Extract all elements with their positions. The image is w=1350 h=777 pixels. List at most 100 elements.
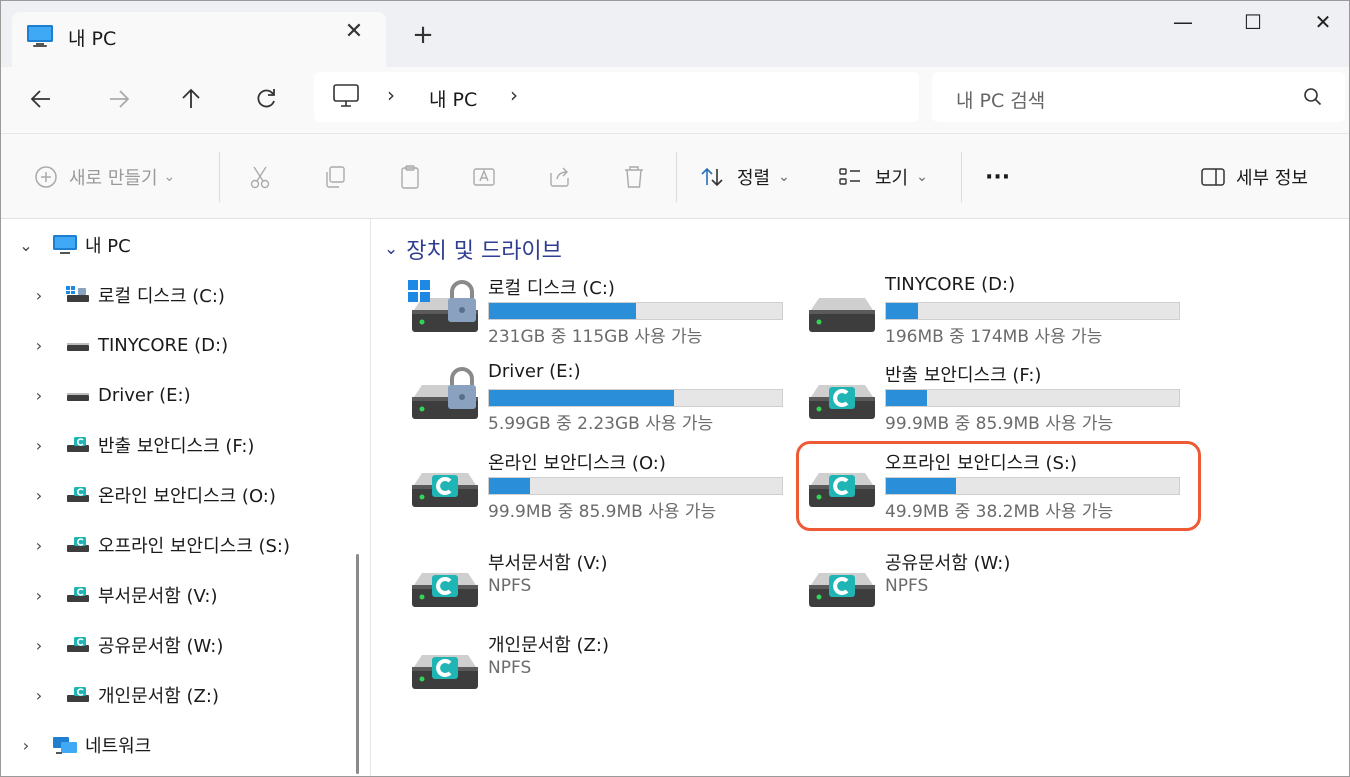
drive-tile[interactable]: TINYCORE (D:) 196MB 중 174MB 사용 가능: [805, 274, 1185, 354]
drive-tile[interactable]: 반출 보안디스크 (F:) 99.9MB 중 85.9MB 사용 가능: [805, 361, 1185, 441]
sidebar-item-label: 공유문서함 (W:): [98, 636, 224, 657]
navigation-pane: ⌄ 내 PC › 로컬 디스크 (C:) › TINYCORE (D:) › Driver (…: [1, 219, 371, 776]
drive-tile[interactable]: 로컬 디스크 (C:) 231GB 중 115GB 사용 가능: [408, 274, 788, 354]
breadcrumb-chevron-icon[interactable]: ›: [387, 83, 395, 107]
content-pane: ⌄ 장치 및 드라이브 로컬 디스크 (C:) 231GB 중 115GB 사용 …: [372, 219, 1349, 776]
drive-tile[interactable]: Driver (E:) 5.99GB 중 2.23GB 사용 가능: [408, 361, 788, 441]
capacity-bar: [885, 389, 1180, 407]
drive-name: 공유문서함 (W:): [885, 553, 1011, 574]
chevron-right-icon[interactable]: ›: [31, 636, 47, 655]
chevron-right-icon[interactable]: ›: [31, 336, 47, 355]
rename-button[interactable]: [471, 162, 497, 192]
search-input[interactable]: 내 PC 검색: [956, 86, 1045, 113]
details-pane-button[interactable]: 세부 정보: [1200, 162, 1308, 192]
forward-arrow-icon: [110, 90, 130, 108]
copy-button[interactable]: [322, 162, 348, 192]
separator: [676, 152, 677, 202]
sort-icon: [701, 167, 723, 187]
file-explorer-window: 내 PC ✕ + — ☐ ✕ › 내 PC › 내 PC 검색 새로 만들기 ⌄…: [0, 0, 1350, 777]
sidebar-item[interactable]: › 공유문서함 (W:): [1, 625, 341, 665]
secure-drive-icon: [67, 587, 89, 602]
sidebar-item[interactable]: › 반출 보안디스크 (F:): [1, 425, 341, 465]
tab-this-pc[interactable]: 내 PC ✕: [12, 12, 386, 67]
maximize-button[interactable]: ☐: [1233, 7, 1273, 37]
chevron-right-icon[interactable]: ›: [31, 536, 47, 555]
drive-capacity-text: 196MB 중 174MB 사용 가능: [885, 327, 1103, 347]
drive-capacity-text: 5.99GB 중 2.23GB 사용 가능: [488, 414, 714, 434]
back-button[interactable]: [23, 81, 59, 117]
drive-name: Driver (E:): [488, 361, 581, 382]
capacity-fill: [489, 478, 531, 494]
refresh-icon: [257, 89, 275, 108]
breadcrumb-chevron-icon[interactable]: ›: [510, 83, 518, 107]
view-button[interactable]: 보기 ⌄: [837, 162, 928, 192]
view-label: 보기: [875, 168, 909, 189]
sidebar-item[interactable]: › TINYCORE (D:): [1, 325, 341, 365]
up-arrow-icon: [182, 88, 200, 108]
secure-drive-icon: [412, 473, 478, 507]
sidebar-item[interactable]: › 로컬 디스크 (C:): [1, 275, 341, 315]
minimize-button[interactable]: —: [1163, 7, 1203, 37]
sort-button[interactable]: 정렬 ⌄: [699, 162, 790, 192]
chevron-right-icon[interactable]: ›: [18, 736, 34, 755]
chevron-right-icon[interactable]: ›: [31, 286, 47, 305]
copy-icon: [326, 166, 345, 188]
drive-name: 로컬 디스크 (C:): [488, 278, 615, 299]
more-options-button[interactable]: ···: [985, 162, 1010, 192]
close-window-button[interactable]: ✕: [1303, 7, 1343, 37]
sidebar-item[interactable]: › 네트워크: [1, 725, 341, 765]
sidebar-item[interactable]: › 부서문서함 (V:): [1, 575, 341, 615]
chevron-right-icon[interactable]: ›: [31, 486, 47, 505]
new-button[interactable]: 새로 만들기 ⌄: [33, 162, 175, 192]
drive-filesystem-text: NPFS: [488, 576, 532, 596]
drive-name: 개인문서함 (Z:): [488, 635, 609, 656]
sidebar-item-label: 온라인 보안디스크 (O:): [98, 486, 276, 507]
drive-capacity-text: 99.9MB 중 85.9MB 사용 가능: [885, 414, 1114, 434]
breadcrumb-this-pc[interactable]: 내 PC: [429, 85, 477, 112]
forward-button[interactable]: [101, 81, 137, 117]
search-box[interactable]: 내 PC 검색: [932, 72, 1345, 122]
capacity-fill: [489, 303, 636, 319]
share-button[interactable]: [547, 162, 573, 192]
refresh-button[interactable]: [248, 81, 284, 117]
locked-drive-icon: [412, 367, 478, 419]
cut-button[interactable]: [247, 162, 273, 192]
scrollbar[interactable]: [356, 554, 359, 774]
monitor-icon: [27, 25, 53, 47]
secure-drive-icon: [809, 573, 875, 607]
tab-close-icon[interactable]: ✕: [342, 20, 366, 44]
drive-capacity-text: 99.9MB 중 85.9MB 사용 가능: [488, 502, 717, 522]
group-header[interactable]: ⌄ 장치 및 드라이브: [384, 233, 562, 265]
drive-tile[interactable]: 공유문서함 (W:) NPFS: [805, 549, 1185, 629]
sidebar-item[interactable]: › Driver (E:): [1, 375, 341, 415]
drive-name: 온라인 보안디스크 (O:): [488, 453, 666, 474]
chevron-down-icon[interactable]: ⌄: [384, 239, 398, 259]
sidebar-item[interactable]: ⌄ 내 PC: [1, 225, 341, 265]
paste-button[interactable]: [397, 162, 423, 192]
secure-drive-icon: [412, 573, 478, 607]
capacity-bar: [488, 389, 783, 407]
chevron-right-icon[interactable]: ›: [31, 686, 47, 705]
sidebar-item-label: 반출 보안디스크 (F:): [98, 436, 255, 457]
chevron-down-icon[interactable]: ⌄: [18, 236, 34, 255]
chevron-right-icon[interactable]: ›: [31, 436, 47, 455]
secure-drive-icon: [67, 687, 89, 702]
drive-tile[interactable]: 부서문서함 (V:) NPFS: [408, 549, 788, 629]
secure-drive-icon: [809, 385, 875, 419]
chevron-right-icon[interactable]: ›: [31, 586, 47, 605]
sidebar-item[interactable]: › 오프라인 보안디스크 (S:): [1, 525, 341, 565]
address-bar[interactable]: › 내 PC ›: [314, 72, 919, 122]
sidebar-item[interactable]: › 개인문서함 (Z:): [1, 675, 341, 715]
drive-tile[interactable]: 온라인 보안디스크 (O:) 99.9MB 중 85.9MB 사용 가능: [408, 449, 788, 529]
secure-drive-icon: [67, 487, 89, 502]
up-button[interactable]: [173, 81, 209, 117]
delete-button[interactable]: [621, 162, 647, 192]
navigation-bar: › 내 PC › 내 PC 검색: [1, 67, 1349, 133]
chevron-right-icon[interactable]: ›: [31, 386, 47, 405]
drive-tile[interactable]: 개인문서함 (Z:) NPFS: [408, 631, 788, 711]
sidebar-item-label: 개인문서함 (Z:): [98, 686, 219, 707]
new-tab-button[interactable]: +: [409, 21, 437, 49]
sidebar-item[interactable]: › 온라인 보안디스크 (O:): [1, 475, 341, 515]
sidebar-item-label: TINYCORE (D:): [98, 334, 229, 356]
capacity-bar: [885, 302, 1180, 320]
